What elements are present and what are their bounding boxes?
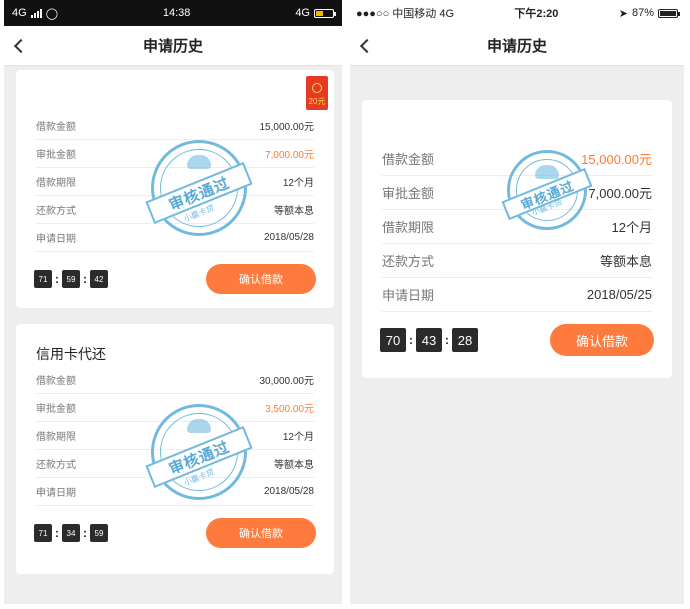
row-label: 申请日期 bbox=[382, 288, 435, 303]
row-label: 借款期限 bbox=[382, 220, 435, 235]
nav-bar: 申请历史 bbox=[350, 26, 684, 66]
row-label: 借款金额 bbox=[36, 122, 76, 133]
coupon-label: 20元 bbox=[308, 97, 326, 106]
row-value: 12个月 bbox=[282, 178, 314, 189]
application-card: 20元 借款金额 15,000.00元 审批金额 7,000.00元 借款期限 12个… bbox=[16, 70, 334, 308]
battery-icon bbox=[657, 8, 680, 18]
timer-seconds: 42 bbox=[90, 270, 108, 288]
timer-minutes: 34 bbox=[62, 524, 80, 542]
row-label: 还款方式 bbox=[36, 460, 76, 471]
row-value: 12个月 bbox=[611, 220, 652, 235]
carrier-label: ●●●○○ 中国移动 4G bbox=[356, 8, 455, 20]
app-icon: ◯ bbox=[45, 7, 58, 20]
signal-icon bbox=[30, 8, 42, 18]
nav-bar: 申请历史 bbox=[4, 26, 342, 66]
timer-minutes: 59 bbox=[62, 270, 80, 288]
timer-hours: 70 bbox=[380, 328, 406, 352]
coupon-badge[interactable]: 20元 bbox=[306, 76, 328, 110]
confirm-loan-button[interactable]: 确认借款 bbox=[206, 264, 316, 294]
status-time: 14:38 bbox=[162, 7, 191, 19]
card-title bbox=[362, 100, 672, 142]
timer-hours: 71 bbox=[34, 524, 52, 542]
row-value: 2018/05/28 bbox=[263, 486, 314, 497]
row-label: 审批金额 bbox=[36, 404, 76, 415]
left-phone-screen: 4G ◯ 14:38 4G 申请历史 20元 借款金额 15,000.00元 审批… bbox=[4, 0, 342, 604]
row-value: 15,000.00元 bbox=[581, 152, 652, 167]
confirm-loan-button[interactable]: 确认借款 bbox=[206, 518, 316, 548]
row-label: 借款金额 bbox=[382, 152, 435, 167]
status-bar: ●●●○○ 中国移动 4G 下午2:20 ➤ 87% bbox=[350, 0, 684, 26]
row-value: 2018/05/28 bbox=[263, 232, 314, 243]
confirm-loan-button[interactable]: 确认借款 bbox=[550, 324, 654, 356]
application-card: 借款金额 15,000.00元 审批金额 7,000.00元 借款期限 12个月 还款… bbox=[362, 100, 672, 378]
timer-seconds: 28 bbox=[452, 328, 478, 352]
row-value: 7,000.00元 bbox=[588, 186, 652, 201]
application-card: 信用卡代还 借款金额 30,000.00元 审批金额 3,500.00元 借款期限 1… bbox=[16, 324, 334, 574]
row-label: 审批金额 bbox=[36, 150, 76, 161]
row-loan-amount: 借款金额 15,000.00元 bbox=[36, 112, 314, 140]
row-label: 审批金额 bbox=[382, 186, 435, 201]
battery-icon bbox=[314, 8, 336, 18]
status-time: 下午2:20 bbox=[514, 8, 559, 20]
card-title: 信用卡代还 bbox=[36, 346, 106, 362]
page-title: 申请历史 bbox=[486, 38, 547, 55]
row-label: 还款方式 bbox=[382, 254, 435, 269]
back-icon[interactable] bbox=[359, 38, 375, 53]
row-label: 申请日期 bbox=[36, 234, 76, 245]
approved-stamp-icon: 审核通过 小赢卡贷 bbox=[501, 150, 593, 230]
row-value: 等额本息 bbox=[274, 460, 314, 471]
page-title: 申请历史 bbox=[142, 38, 203, 55]
row-label: 借款期限 bbox=[36, 178, 76, 189]
timer-seconds: 59 bbox=[90, 524, 108, 542]
row-value: 3,500.00元 bbox=[265, 404, 314, 415]
row-value: 2018/05/25 bbox=[586, 287, 652, 302]
countdown-timer: 71: 34: 59 bbox=[34, 524, 108, 542]
row-value: 15,000.00元 bbox=[259, 122, 315, 133]
approved-stamp-icon: 审核通过 小赢卡贷 bbox=[145, 140, 253, 236]
status-bar: 4G ◯ 14:38 4G bbox=[4, 0, 342, 26]
coupon-icon bbox=[312, 83, 322, 93]
row-value: 12个月 bbox=[282, 432, 314, 443]
row-apply-date: 申请日期 2018/05/25 bbox=[382, 278, 652, 312]
battery-label: 87% bbox=[631, 7, 654, 19]
approved-stamp-icon: 审核通过 小赢卡贷 bbox=[145, 404, 253, 500]
location-icon: ➤ bbox=[618, 7, 628, 20]
row-loan-amount: 借款金额 30,000.00元 bbox=[36, 366, 314, 394]
row-label: 申请日期 bbox=[36, 488, 76, 499]
row-label: 借款期限 bbox=[36, 432, 76, 443]
countdown-timer: 70: 43: 28 bbox=[380, 328, 478, 352]
card-title bbox=[16, 70, 334, 112]
row-repayment: 还款方式 等额本息 bbox=[382, 244, 652, 278]
row-value: 7,000.00元 bbox=[265, 150, 314, 161]
countdown-timer: 71: 59: 42 bbox=[34, 270, 108, 288]
row-value: 30,000.00元 bbox=[259, 376, 315, 387]
back-icon[interactable] bbox=[13, 38, 29, 53]
row-label: 还款方式 bbox=[36, 206, 76, 217]
row-value: 等额本息 bbox=[274, 206, 314, 217]
network-label-right: 4G bbox=[295, 7, 310, 19]
network-label: 4G bbox=[12, 7, 27, 19]
timer-hours: 71 bbox=[34, 270, 52, 288]
timer-minutes: 43 bbox=[416, 328, 442, 352]
row-label: 借款金额 bbox=[36, 376, 76, 387]
row-value: 等额本息 bbox=[599, 254, 652, 269]
right-phone-screen: ●●●○○ 中国移动 4G 下午2:20 ➤ 87% 申请历史 借款金额 15,0… bbox=[350, 0, 684, 604]
